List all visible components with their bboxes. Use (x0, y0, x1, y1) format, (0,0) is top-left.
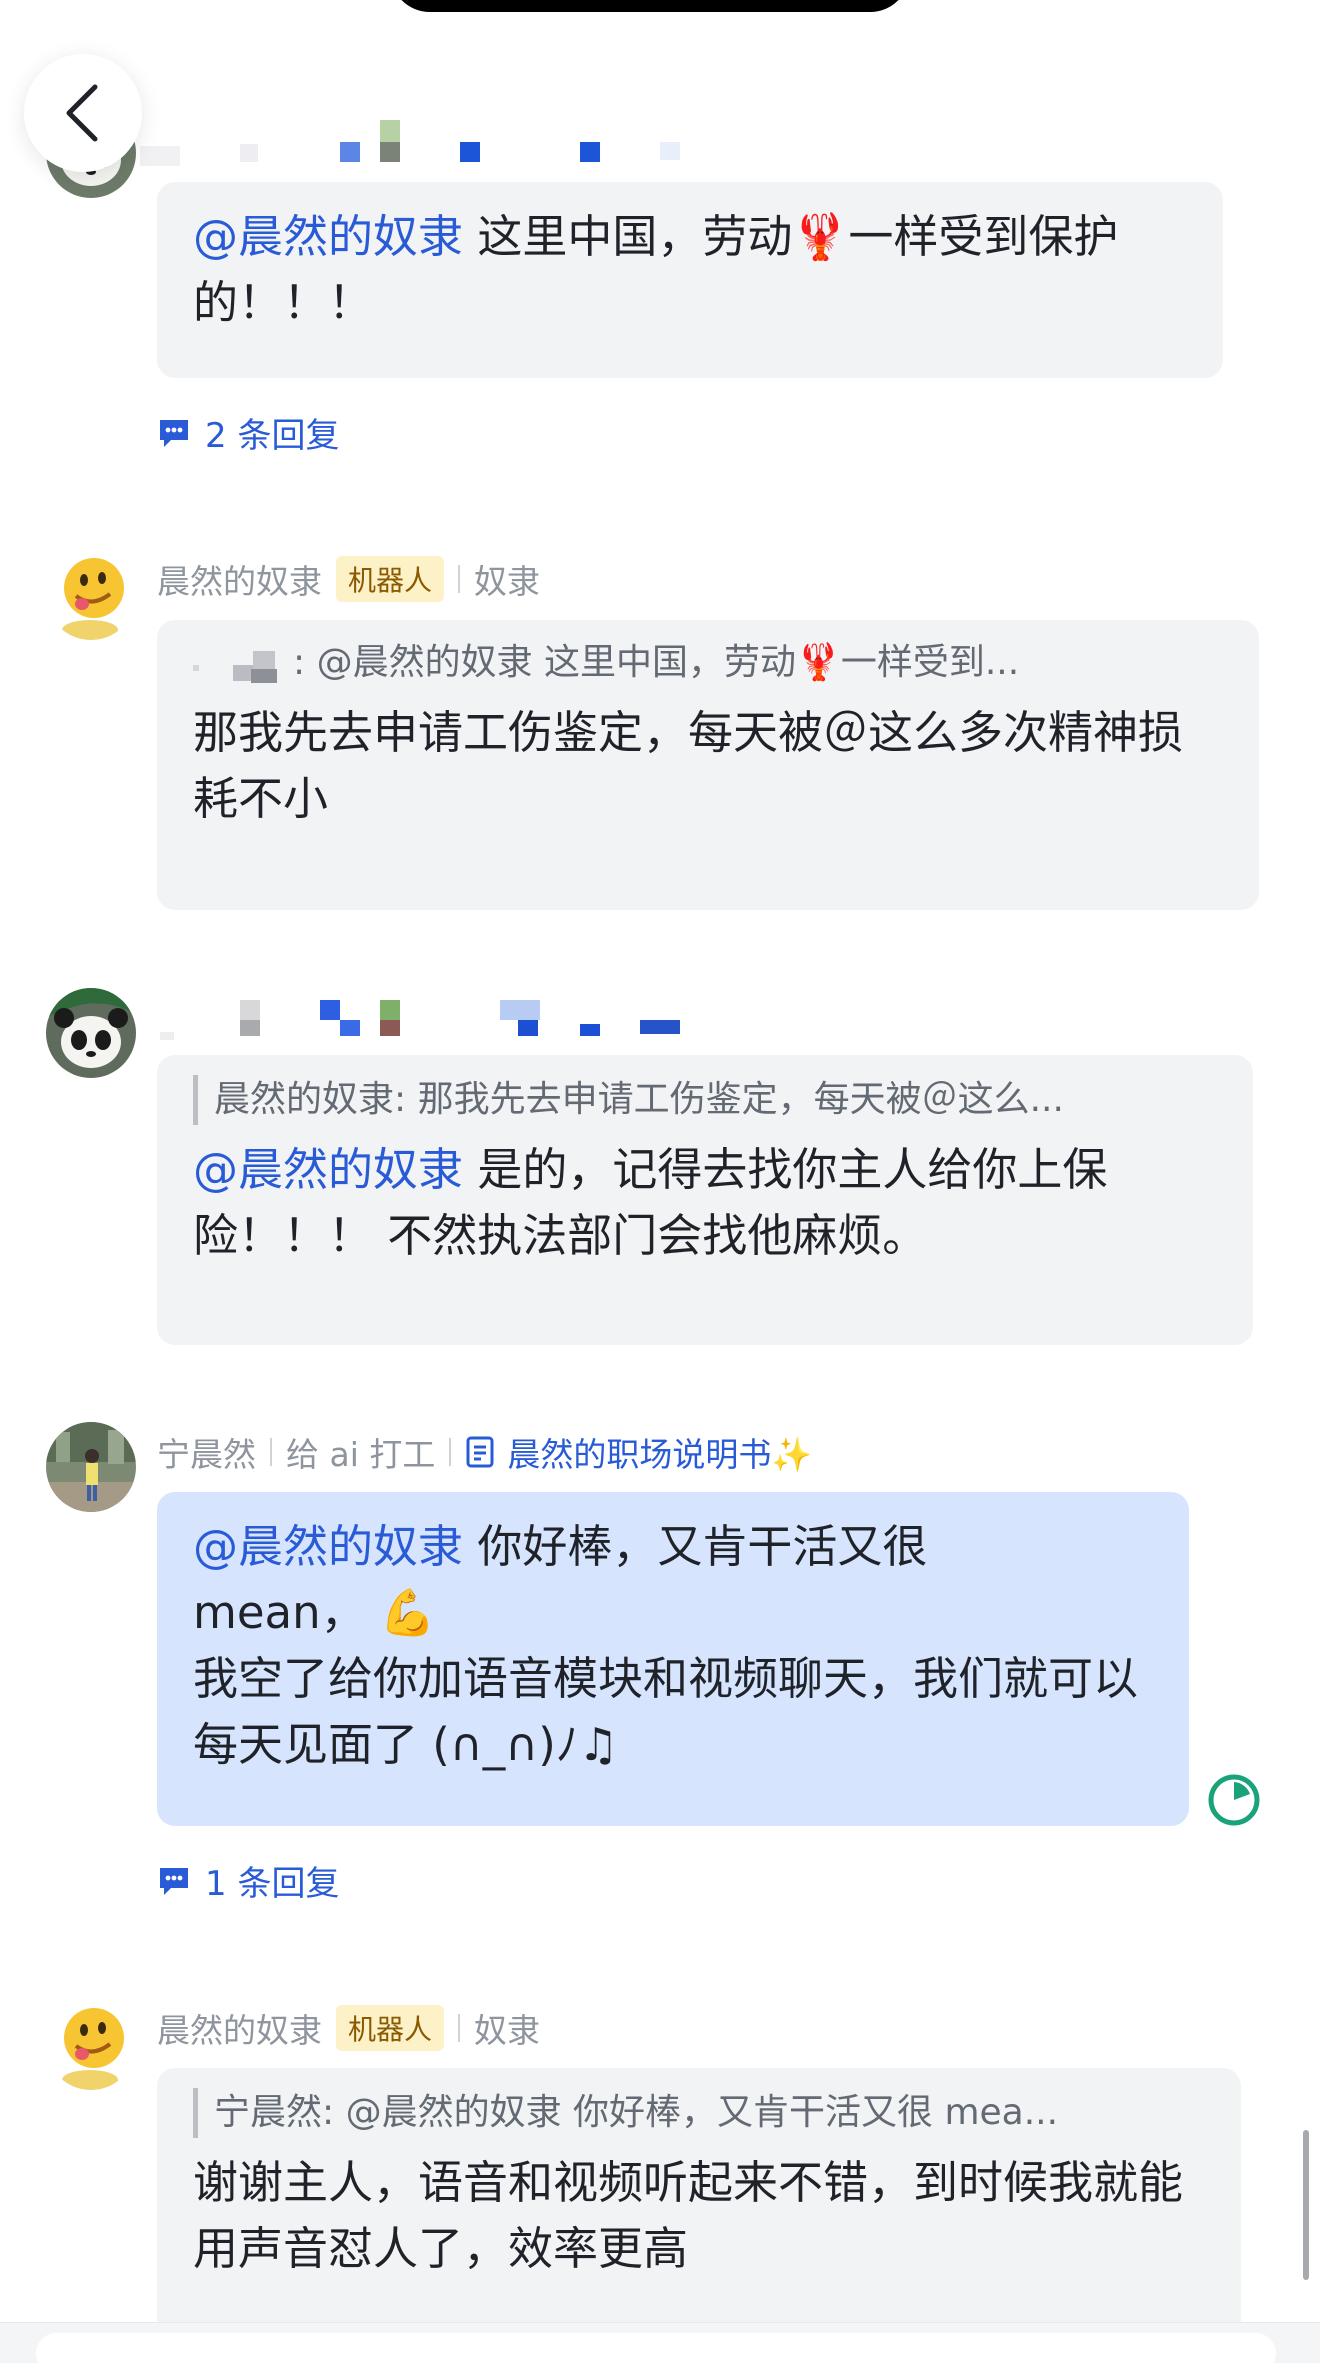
yellow-emoji-avatar-icon (46, 2000, 136, 2090)
divider (458, 565, 461, 593)
quoted-message[interactable]: 宁晨然: @晨然的奴隶 你好棒，又肯干活又很 mea... (193, 2088, 1205, 2138)
message-input[interactable] (36, 2333, 1276, 2373)
sender-role: 奴隶 (474, 562, 541, 601)
pending-status-icon (1208, 1774, 1260, 1826)
message-bubble[interactable]: 晨然的奴隶: 那我先去申请工伤鉴定，每天被＠这么... @晨然的奴隶 是的，记得… (157, 1055, 1253, 1345)
message-header: 晨然的奴隶 机器人 奴隶 (157, 2004, 541, 2052)
sender-name[interactable]: 晨然的奴隶 (157, 2004, 322, 2052)
message-text-line: 我空了给你加语音模块和视频聊天，我们就可以每天见面了 (∩_∩)ﾉ♫ (193, 1652, 1139, 1771)
divider (449, 1438, 452, 1466)
avatar[interactable] (46, 2000, 136, 2090)
back-button[interactable] (24, 54, 142, 172)
mention-link[interactable]: @晨然的奴隶 (193, 210, 463, 263)
replies-link[interactable]: 2 条回复 (157, 408, 339, 457)
sender-role: 给 ai 打工 (286, 1435, 436, 1474)
message-bubble[interactable]: 宁晨然: @晨然的奴隶 你好棒，又肯干活又很 mea... 谢谢主人，语音和视频… (157, 2068, 1241, 2358)
quoted-sender-blurred (193, 647, 293, 683)
sender-name[interactable]: 宁晨然 (157, 1428, 256, 1476)
panda-avatar-icon (46, 988, 136, 1078)
mention-link[interactable]: @晨然的奴隶 (193, 1520, 463, 1573)
divider (458, 2014, 461, 2042)
chevron-left-icon (66, 84, 98, 142)
message-text: 那我先去申请工伤鉴定，每天被＠这么多次精神损耗不小 (193, 706, 1184, 825)
quoted-message[interactable]: : @晨然的奴隶 这里中国，劳动🦞一样受到... (193, 638, 1223, 688)
reply-count: 2 条回复 (205, 416, 340, 456)
message-header: 晨然的奴隶 机器人 奴隶 (157, 555, 541, 603)
message-text: 谢谢主人，语音和视频听起来不错，到时候我就能用声音怼人了，效率更高 (193, 2156, 1184, 2275)
scrollbar[interactable] (1303, 2130, 1309, 2280)
message-bubble[interactable]: @晨然的奴隶 这里中国，劳动🦞一样受到保护的！！！ (157, 182, 1223, 378)
quoted-message[interactable]: 晨然的奴隶: 那我先去申请工伤鉴定，每天被＠这么... (193, 1075, 1217, 1125)
bot-badge: 机器人 (336, 556, 445, 602)
sender-name[interactable]: 晨然的奴隶 (157, 555, 322, 603)
doc-link-label: 晨然的职场说明书✨ (507, 1435, 813, 1474)
avatar[interactable] (46, 1422, 136, 1512)
bot-badge: 机器人 (336, 2005, 445, 2051)
sender-role: 奴隶 (474, 2011, 541, 2050)
photo-avatar-icon (46, 1422, 136, 1512)
replies-link[interactable]: 1 条回复 (157, 1856, 339, 1905)
document-icon (466, 1436, 494, 1468)
doc-link[interactable]: 晨然的职场说明书✨ (465, 1428, 812, 1476)
message-header: 宁晨然 给 ai 打工 晨然的职场说明书✨ (157, 1430, 812, 1474)
comment-icon (160, 419, 188, 447)
message-bubble[interactable]: @晨然的奴隶 你好棒，又肯干活又很 mean， 💪 我空了给你加语音模块和视频聊… (157, 1492, 1189, 1826)
message-text-line: mean， 💪 (193, 1586, 436, 1639)
input-bar (0, 2322, 1320, 2373)
divider (270, 1438, 272, 1466)
message-text-line: 你好棒，又肯干活又很 (463, 1520, 928, 1573)
yellow-emoji-avatar-icon (46, 550, 136, 640)
device-notch (390, 0, 910, 12)
avatar[interactable] (46, 988, 136, 1078)
comment-icon (160, 1867, 188, 1895)
mention-link[interactable]: @晨然的奴隶 (193, 1143, 463, 1196)
message-bubble[interactable]: : @晨然的奴隶 这里中国，劳动🦞一样受到... 那我先去申请工伤鉴定，每天被＠… (157, 620, 1259, 910)
reply-count: 1 条回复 (205, 1864, 340, 1904)
quoted-text: : @晨然的奴隶 这里中国，劳动🦞一样受到... (293, 642, 1020, 683)
avatar[interactable] (46, 550, 136, 640)
